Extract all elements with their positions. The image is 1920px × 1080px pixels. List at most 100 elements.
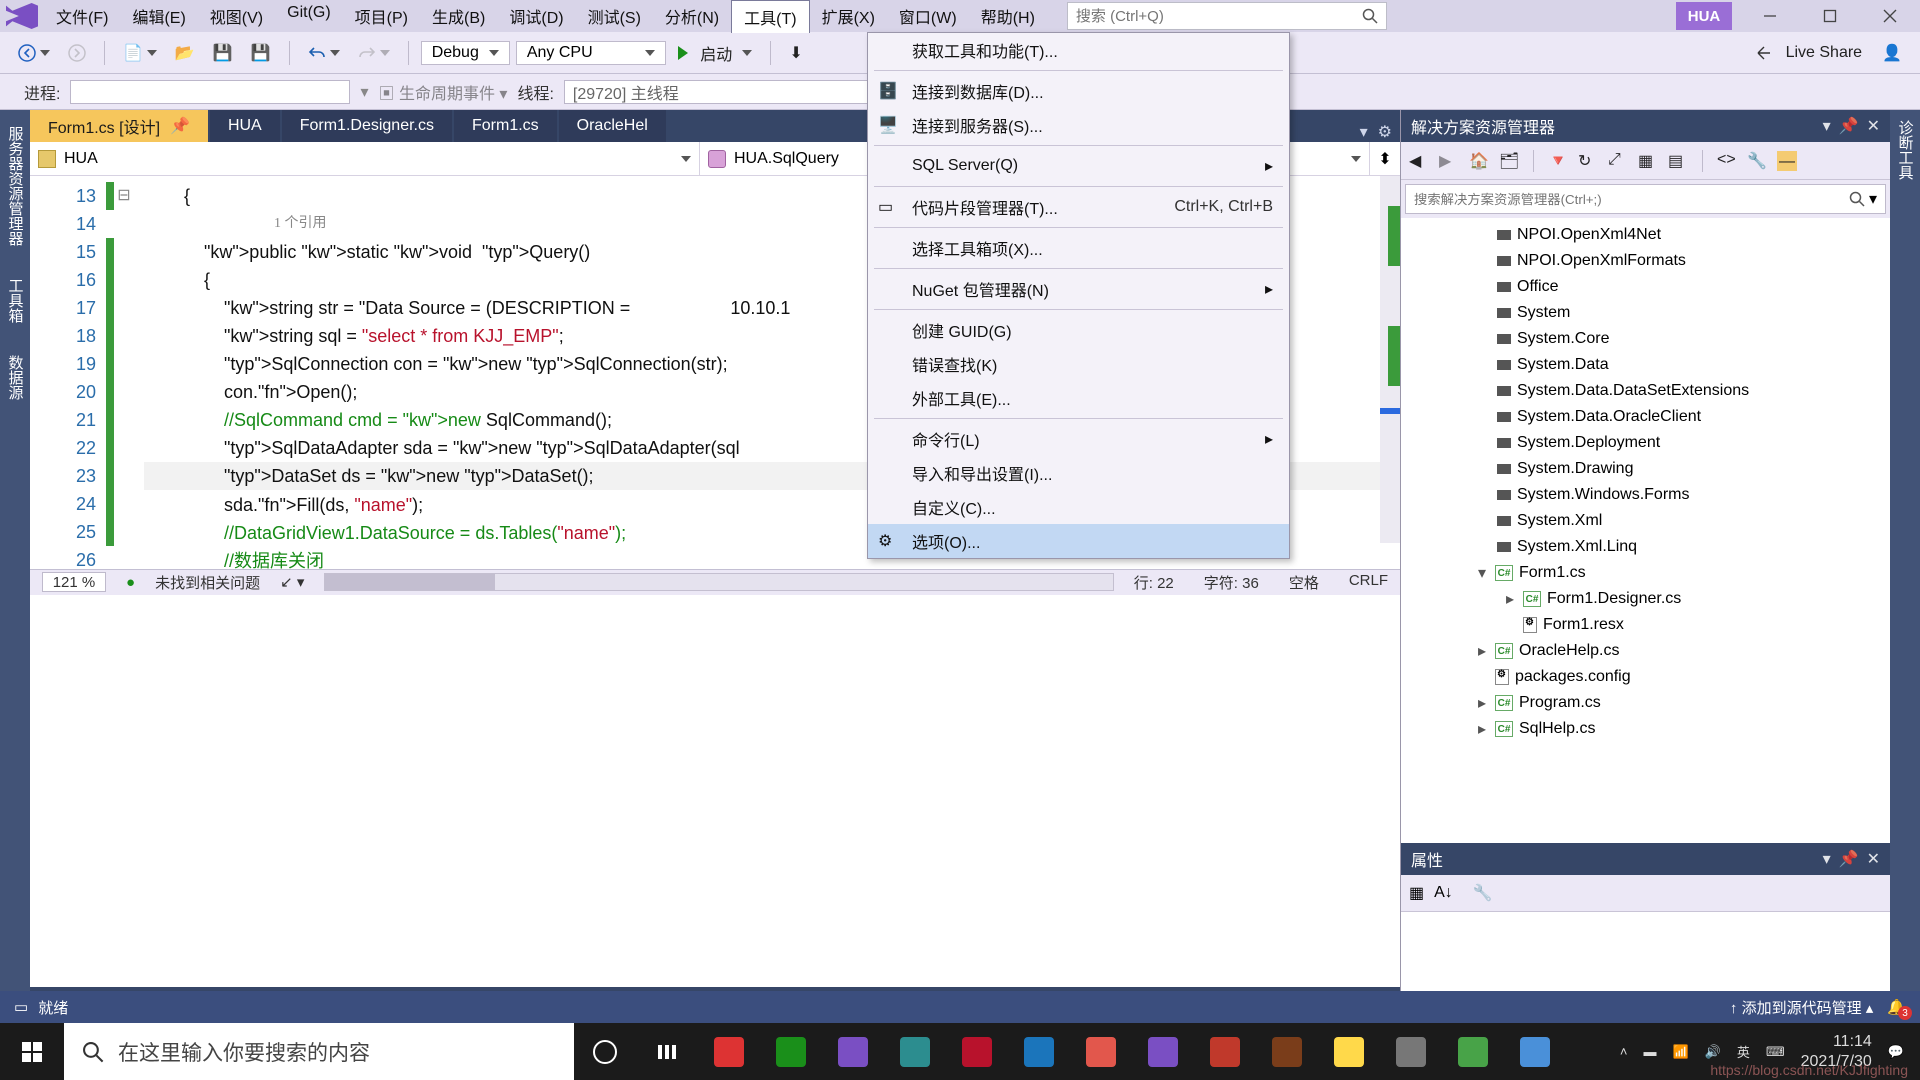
view-code-icon[interactable]: <> — [1717, 151, 1737, 171]
tree-file[interactable]: ▸C#Program.cs — [1401, 690, 1890, 716]
taskbar-app[interactable] — [1194, 1023, 1256, 1080]
account-button[interactable]: 👤 — [1876, 41, 1908, 65]
open-button[interactable]: 📂 — [169, 41, 201, 65]
wrench-icon[interactable]: 🔧 — [1747, 151, 1767, 171]
doc-tab[interactable]: Form1.cs — [454, 110, 557, 142]
save-all-button[interactable]: 💾 — [245, 41, 277, 65]
tree-ref[interactable]: System.Data — [1401, 352, 1890, 378]
collapse-icon[interactable]: ⤢ — [1608, 151, 1628, 171]
platform-select[interactable]: Any CPU — [516, 41, 666, 65]
tree-file[interactable]: ▸C#OracleHelp.cs — [1401, 638, 1890, 664]
taskbar-app[interactable] — [1504, 1023, 1566, 1080]
menu-item[interactable]: NuGet 包管理器(N)▸ — [868, 272, 1289, 306]
side-tab-datasource[interactable]: 数据源 — [3, 349, 28, 406]
tree-ref[interactable]: NPOI.OpenXml4Net — [1401, 222, 1890, 248]
menu-12[interactable]: 帮助(H) — [969, 0, 1047, 33]
taskbar-app[interactable] — [1132, 1023, 1194, 1080]
global-search[interactable] — [1067, 2, 1387, 30]
ime-keyboard-icon[interactable]: ⌨ — [1766, 1044, 1785, 1060]
volume-icon[interactable]: 🔊 — [1705, 1044, 1721, 1060]
notifications-button[interactable]: 🔔3 — [1887, 998, 1906, 1016]
tree-ref[interactable]: System.Xml.Linq — [1401, 534, 1890, 560]
side-tab-diagnostics[interactable]: 诊断工具 — [1895, 120, 1916, 180]
menu-item[interactable]: 获取工具和功能(T)... — [868, 33, 1289, 67]
tree-ref[interactable]: System.Data.DataSetExtensions — [1401, 378, 1890, 404]
tab-settings-icon[interactable]: ⚙ — [1378, 122, 1392, 142]
menu-item[interactable]: ▭代码片段管理器(T)...Ctrl+K, Ctrl+B — [868, 190, 1289, 224]
tree-ref[interactable]: Office — [1401, 274, 1890, 300]
doc-tab[interactable]: Form1.Designer.cs — [282, 110, 452, 142]
more-icon[interactable]: — — [1777, 151, 1797, 171]
menu-item[interactable]: 错误查找(K) — [868, 347, 1289, 381]
config-select[interactable]: Debug — [421, 41, 510, 65]
taskbar-app[interactable] — [574, 1023, 636, 1080]
back-button[interactable] — [12, 42, 56, 64]
menu-0[interactable]: 文件(F) — [44, 0, 120, 33]
scm-button[interactable]: ↑ 添加到源代码管理 ▴ — [1730, 997, 1873, 1018]
h-scrollbar[interactable] — [324, 573, 1113, 591]
tree-ref[interactable]: System.Xml — [1401, 508, 1890, 534]
new-button[interactable]: 📄 — [117, 41, 163, 65]
solution-tree[interactable]: NPOI.OpenXml4NetNPOI.OpenXmlFormatsOffic… — [1401, 218, 1890, 843]
menu-item[interactable]: ⚙选项(O)... — [868, 524, 1289, 558]
taskbar-app[interactable] — [636, 1023, 698, 1080]
taskbar-app[interactable] — [1318, 1023, 1380, 1080]
menu-item[interactable]: 选择工具箱项(X)... — [868, 231, 1289, 265]
process-select[interactable] — [70, 80, 350, 104]
side-tab-server-explorer[interactable]: 服务器资源管理器 — [3, 120, 28, 252]
menu-10[interactable]: 扩展(X) — [810, 0, 887, 33]
indent-mode[interactable]: 空格 — [1289, 572, 1319, 593]
minimize-button[interactable] — [1740, 0, 1800, 32]
taskbar-app[interactable] — [1008, 1023, 1070, 1080]
solution-search-input[interactable] — [1414, 192, 1849, 207]
back-icon[interactable]: ◀ — [1409, 151, 1429, 171]
refresh-icon[interactable]: ↻ — [1578, 151, 1598, 171]
split-button[interactable]: ⬍ — [1370, 149, 1400, 169]
doc-tab[interactable]: OracleHel — [559, 110, 666, 142]
tree-ref[interactable]: System.Windows.Forms — [1401, 482, 1890, 508]
menu-item[interactable]: 🗄️连接到数据库(D)... — [868, 74, 1289, 108]
taskbar-app[interactable] — [1256, 1023, 1318, 1080]
menu-5[interactable]: 生成(B) — [420, 0, 497, 33]
taskbar-app[interactable] — [884, 1023, 946, 1080]
menu-11[interactable]: 窗口(W) — [887, 0, 969, 33]
tree-ref[interactable]: NPOI.OpenXmlFormats — [1401, 248, 1890, 274]
menu-item[interactable]: 外部工具(E)... — [868, 381, 1289, 415]
taskbar-app[interactable] — [946, 1023, 1008, 1080]
start-button[interactable] — [0, 1023, 64, 1080]
taskbar-app[interactable] — [1442, 1023, 1504, 1080]
tree-file[interactable]: ▸C#SqlHelp.cs — [1401, 716, 1890, 742]
tree-file[interactable]: ▸C#Form1.Designer.cs — [1401, 586, 1890, 612]
ime-indicator[interactable]: 英 — [1737, 1042, 1750, 1061]
tree-ref[interactable]: System.Deployment — [1401, 430, 1890, 456]
eol-mode[interactable]: CRLF — [1349, 572, 1388, 593]
menu-6[interactable]: 调试(D) — [497, 0, 575, 33]
taskbar-app[interactable] — [760, 1023, 822, 1080]
zoom-select[interactable]: 121 % — [42, 572, 106, 592]
wrench2-icon[interactable]: 🔧 — [1473, 883, 1493, 903]
showall-icon[interactable]: ▦ — [1638, 151, 1658, 171]
menu-item[interactable]: 导入和导出设置(I)... — [868, 456, 1289, 490]
filter-icon[interactable]: 🔻 — [1548, 151, 1568, 171]
menu-4[interactable]: 项目(P) — [343, 0, 420, 33]
doc-tab[interactable]: HUA — [210, 110, 280, 142]
properties-header[interactable]: 属性 ▾📌✕ — [1401, 843, 1890, 875]
home-icon[interactable]: 🏠 — [1469, 151, 1489, 171]
tree-ref[interactable]: System.Core — [1401, 326, 1890, 352]
solution-explorer-header[interactable]: 解决方案资源管理器 ▾📌✕ — [1401, 110, 1890, 142]
menu-item[interactable]: SQL Server(Q)▸ — [868, 149, 1289, 183]
tray-chevron-icon[interactable]: ˄ — [1620, 1044, 1628, 1059]
undo-button[interactable] — [302, 43, 346, 63]
tree-ref[interactable]: System — [1401, 300, 1890, 326]
notifications-icon[interactable]: 💬 — [1888, 1044, 1904, 1060]
cat-icon[interactable]: ▦ — [1409, 883, 1424, 903]
wifi-icon[interactable]: 📶 — [1672, 1044, 1688, 1060]
windows-search[interactable]: 在这里输入你要搜索的内容 — [64, 1023, 574, 1080]
taskbar-app[interactable] — [1380, 1023, 1442, 1080]
menu-8[interactable]: 分析(N) — [653, 0, 731, 33]
side-tab-toolbox[interactable]: 工具箱 — [3, 272, 28, 329]
menu-3[interactable]: Git(G) — [275, 0, 343, 33]
sync-icon[interactable]: 🗂 — [1499, 151, 1519, 171]
tree-file[interactable]: ▾C#Form1.cs — [1401, 560, 1890, 586]
taskbar-app[interactable] — [822, 1023, 884, 1080]
